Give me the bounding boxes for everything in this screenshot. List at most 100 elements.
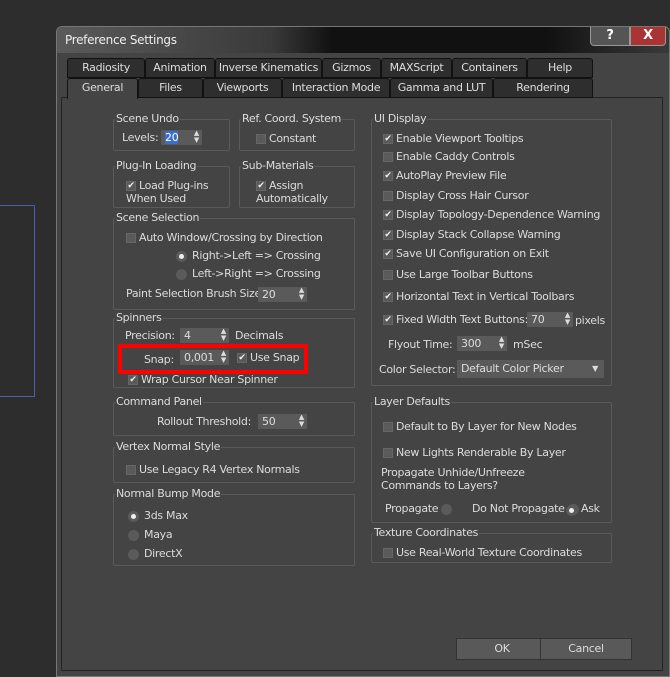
spinner-arrows-icon[interactable]: ▲ ▼ — [499, 336, 504, 350]
tab-gamma-lut[interactable]: Gamma and LUT — [390, 78, 493, 98]
horizontal-text-checkbox[interactable]: ✔ Horizontal Text in Vertical Toolbars — [383, 290, 574, 303]
flyout-spinner[interactable]: 300 ▲ ▼ — [457, 336, 507, 351]
plugin-label: Plug-In Loading — [115, 159, 198, 172]
fixed-width-spinner[interactable]: 70 ▲ ▼ — [527, 312, 573, 327]
tab-files[interactable]: Files — [138, 78, 203, 98]
auto-window-checkbox[interactable]: Auto Window/Crossing by Direction — [126, 231, 323, 244]
scene-undo-label: Scene Undo — [115, 112, 180, 125]
checkbox-icon — [383, 548, 393, 558]
levels-spinner[interactable]: 20 ▲ ▼ — [161, 130, 202, 145]
right-left-radio[interactable]: Right->Left => Crossing — [176, 249, 321, 262]
pixels-label: pixels — [575, 314, 605, 327]
tab-interaction-mode[interactable]: Interaction Mode — [282, 78, 390, 98]
use-snap-checkbox[interactable]: ✔ Use Snap — [237, 351, 300, 364]
rollout-spinner[interactable]: 50 ▲ ▼ — [258, 414, 307, 429]
checkbox-icon — [383, 270, 393, 280]
tab-radiosity[interactable]: Radiosity — [67, 58, 145, 78]
propagate-radio[interactable]: Propagate — [385, 502, 457, 515]
spinner-arrows-icon[interactable]: ▲ ▼ — [221, 328, 226, 342]
cross-hair-checkbox[interactable]: Display Cross Hair Cursor — [383, 189, 529, 202]
levels-label: Levels: — [122, 131, 159, 144]
bump-maya-radio[interactable]: Maya — [128, 528, 173, 541]
brush-size-label: Paint Selection Brush Size — [126, 287, 261, 300]
checkbox-icon — [126, 465, 136, 475]
ui-display-label: UI Display — [373, 112, 428, 125]
default-by-layer-checkbox[interactable]: Default to By Layer for New Nodes — [383, 420, 577, 433]
checkbox-checked-icon: ✔ — [126, 181, 136, 191]
caddy-controls-checkbox[interactable]: Enable Caddy Controls — [383, 150, 515, 163]
checkbox-checked-icon: ✔ — [128, 375, 138, 385]
precision-label: Precision: — [125, 329, 175, 342]
load-plugins-checkbox[interactable]: ✔ Load Plug-ins When Used — [126, 179, 226, 205]
tab-viewports[interactable]: Viewports — [203, 78, 282, 98]
checkbox-checked-icon: ✔ — [237, 353, 247, 363]
radio-icon — [128, 529, 139, 541]
msec-label: mSec — [513, 338, 543, 351]
layer-defaults-label: Layer Defaults — [373, 395, 451, 408]
stack-collapse-checkbox[interactable]: ✔ Display Stack Collapse Warning — [383, 228, 561, 241]
real-world-coords-checkbox[interactable]: Use Real-World Texture Coordinates — [383, 546, 582, 559]
close-button[interactable]: X — [630, 27, 666, 46]
spinner-arrows-icon[interactable]: ▲ ▼ — [194, 130, 199, 144]
decimals-label: Decimals — [235, 329, 284, 342]
autoplay-preview-checkbox[interactable]: ✔ AutoPlay Preview File — [383, 169, 507, 182]
legacy-r4-checkbox[interactable]: Use Legacy R4 Vertex Normals — [126, 463, 300, 476]
scene-selection-label: Scene Selection — [115, 211, 201, 224]
flyout-label: Flyout Time: — [388, 338, 453, 351]
ref-coord-label: Ref. Coord. System — [241, 112, 343, 125]
checkbox-icon — [383, 448, 393, 458]
spinner-arrows-icon[interactable]: ▲ ▼ — [299, 414, 304, 428]
tab-gizmos[interactable]: Gizmos — [322, 58, 381, 78]
fixed-width-checkbox[interactable]: ✔ Fixed Width Text Buttons: — [383, 313, 528, 326]
spinner-arrows-icon[interactable]: ▲ ▼ — [221, 350, 226, 364]
radio-selected-icon — [128, 510, 139, 522]
checkbox-icon — [383, 152, 393, 162]
constant-checkbox[interactable]: Constant — [256, 132, 316, 145]
checkbox-checked-icon: ✔ — [383, 171, 393, 181]
tab-containers[interactable]: Containers — [452, 58, 527, 78]
left-right-radio[interactable]: Left->Right => Crossing — [176, 267, 321, 280]
texture-coords-label: Texture Coordinates — [373, 526, 480, 539]
snap-label: Snap: — [144, 353, 174, 366]
ask-radio[interactable]: Ask — [581, 502, 600, 515]
wrap-cursor-checkbox[interactable]: ✔ Wrap Cursor Near Spinner — [128, 373, 278, 386]
large-toolbar-checkbox[interactable]: Use Large Toolbar Buttons — [383, 268, 533, 281]
tab-help[interactable]: Help — [527, 58, 593, 78]
checkbox-checked-icon: ✔ — [383, 210, 393, 220]
tab-inverse-kinematics[interactable]: Inverse Kinematics — [215, 58, 322, 78]
bump-directx-radio[interactable]: DirectX — [128, 547, 183, 560]
snap-spinner[interactable]: 0,001 ▲ ▼ — [180, 350, 229, 365]
title-bar[interactable]: Preference Settings ? X — [57, 27, 669, 53]
dropdown-arrow-icon: ▼ — [592, 364, 598, 373]
vertex-normal-label: Vertex Normal Style — [115, 440, 222, 453]
assign-auto-checkbox[interactable]: ✔ Assign Automatically — [256, 179, 346, 205]
checkbox-checked-icon: ✔ — [383, 249, 393, 259]
ask-radio-selected-icon[interactable] — [566, 504, 577, 516]
tab-maxscript[interactable]: MAXScript — [381, 58, 452, 78]
window-title: Preference Settings — [65, 33, 177, 47]
color-selector-dropdown[interactable]: Default Color Picker ▼ — [457, 360, 604, 378]
save-ui-config-checkbox[interactable]: ✔ Save UI Configuration on Exit — [383, 247, 549, 260]
tab-rendering[interactable]: Rendering — [493, 78, 593, 98]
cancel-button[interactable]: Cancel — [540, 638, 632, 660]
command-panel-label: Command Panel — [115, 395, 203, 408]
help-button[interactable]: ? — [590, 27, 630, 46]
tab-animation[interactable]: Animation — [145, 58, 215, 78]
spinner-arrows-icon[interactable]: ▲ ▼ — [565, 312, 570, 326]
spinner-arrows-icon[interactable]: ▲ ▼ — [299, 287, 304, 301]
rollout-label: Rollout Threshold: — [157, 415, 252, 428]
brush-size-spinner[interactable]: 20 ▲ ▼ — [258, 287, 307, 302]
checkbox-icon — [126, 233, 136, 243]
topology-warning-checkbox[interactable]: ✔ Display Topology-Dependence Warning — [383, 208, 600, 221]
ok-button[interactable]: OK — [456, 638, 548, 660]
viewport-selection-frame — [0, 205, 35, 397]
radio-selected-icon — [176, 250, 187, 262]
new-lights-checkbox[interactable]: New Lights Renderable By Layer — [383, 446, 566, 459]
bump-3dsmax-radio[interactable]: 3ds Max — [128, 509, 188, 522]
viewport-tooltips-checkbox[interactable]: ✔ Enable Viewport Tooltips — [383, 132, 524, 145]
checkbox-icon — [256, 134, 266, 144]
precision-spinner[interactable]: 4 ▲ ▼ — [180, 328, 229, 343]
checkbox-checked-icon: ✔ — [383, 292, 393, 302]
radio-icon — [176, 268, 187, 280]
tab-general[interactable]: General — [67, 78, 138, 99]
